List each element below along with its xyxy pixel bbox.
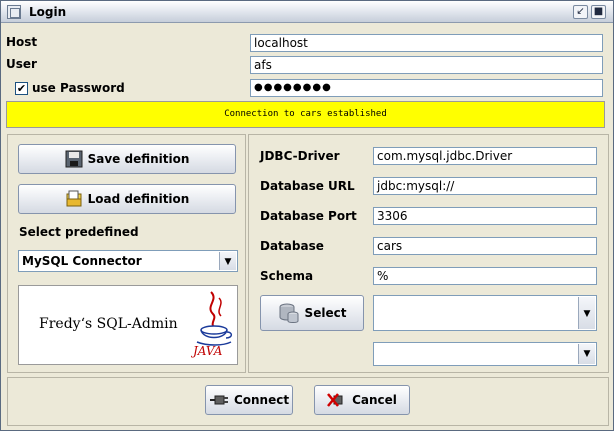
- use-password-label: use Password: [32, 81, 125, 95]
- host-label: Host: [6, 35, 38, 49]
- schema-field[interactable]: %: [373, 267, 597, 285]
- plug-icon: [209, 395, 228, 405]
- database-url-label: Database URL: [260, 179, 355, 193]
- user-label: User: [6, 57, 37, 71]
- host-field[interactable]: localhost: [250, 34, 603, 52]
- schema-label: Schema: [260, 269, 314, 283]
- connect-button[interactable]: Connect: [205, 385, 293, 415]
- database-url-field[interactable]: jdbc:mysql://: [373, 177, 597, 195]
- database-port-field[interactable]: 3306: [373, 207, 597, 225]
- password-field[interactable]: ●●●●●●●●: [250, 79, 603, 97]
- unplug-icon: [327, 393, 343, 407]
- java-logo-text: JAVA: [193, 344, 223, 358]
- cancel-button[interactable]: Cancel: [314, 385, 410, 415]
- database-label: Database: [260, 239, 324, 253]
- restore-icon[interactable]: ↙: [573, 5, 588, 19]
- schema-select[interactable]: ▼: [373, 295, 597, 331]
- status-message: Connection to cars established: [6, 101, 605, 128]
- load-definition-button[interactable]: Load definition: [18, 184, 236, 214]
- select-button[interactable]: Select: [260, 295, 364, 331]
- use-password-checkbox[interactable]: ✔: [15, 82, 28, 95]
- database-icon: [279, 303, 299, 323]
- action-bar: Connect Cancel: [7, 377, 609, 426]
- close-icon[interactable]: ■: [591, 5, 606, 19]
- save-definition-label: Save definition: [87, 152, 190, 166]
- database-port-label: Database Port: [260, 209, 357, 223]
- table-select[interactable]: ▼: [373, 342, 597, 366]
- select-label: Select: [304, 306, 347, 320]
- user-field[interactable]: afs: [250, 56, 603, 74]
- load-definition-label: Load definition: [87, 192, 190, 206]
- floppy-disk-icon: [65, 150, 83, 168]
- predefined-select[interactable]: MySQL Connector ▼: [18, 250, 238, 272]
- chevron-down-icon[interactable]: ▼: [578, 297, 595, 329]
- window-icon: [7, 5, 21, 19]
- cancel-label: Cancel: [352, 393, 397, 407]
- connect-label: Connect: [233, 393, 290, 407]
- chevron-down-icon[interactable]: ▼: [578, 344, 595, 364]
- select-predefined-label: Select predefined: [19, 225, 139, 239]
- login-window: Login ↙ ■ Host localhost User afs ✔ use …: [0, 0, 614, 431]
- app-logo: Fredy‘s SQL-Admin JAVA: [18, 285, 238, 365]
- logo-text: Fredy‘s SQL-Admin: [39, 316, 178, 332]
- definition-panel: Save definition Load definition Select p…: [7, 134, 246, 373]
- predefined-value: MySQL Connector: [22, 254, 142, 268]
- chevron-down-icon[interactable]: ▼: [219, 252, 236, 270]
- title-bar[interactable]: Login ↙ ■: [1, 1, 613, 23]
- jdbc-driver-field[interactable]: com.mysql.jdbc.Driver: [373, 147, 597, 165]
- window-title: Login: [29, 5, 67, 19]
- database-field[interactable]: cars: [373, 237, 597, 255]
- open-folder-icon: [66, 190, 82, 207]
- save-definition-button[interactable]: Save definition: [18, 144, 236, 174]
- connection-settings-panel: JDBC-Driver com.mysql.jdbc.Driver Databa…: [248, 134, 609, 373]
- jdbc-driver-label: JDBC-Driver: [260, 149, 340, 163]
